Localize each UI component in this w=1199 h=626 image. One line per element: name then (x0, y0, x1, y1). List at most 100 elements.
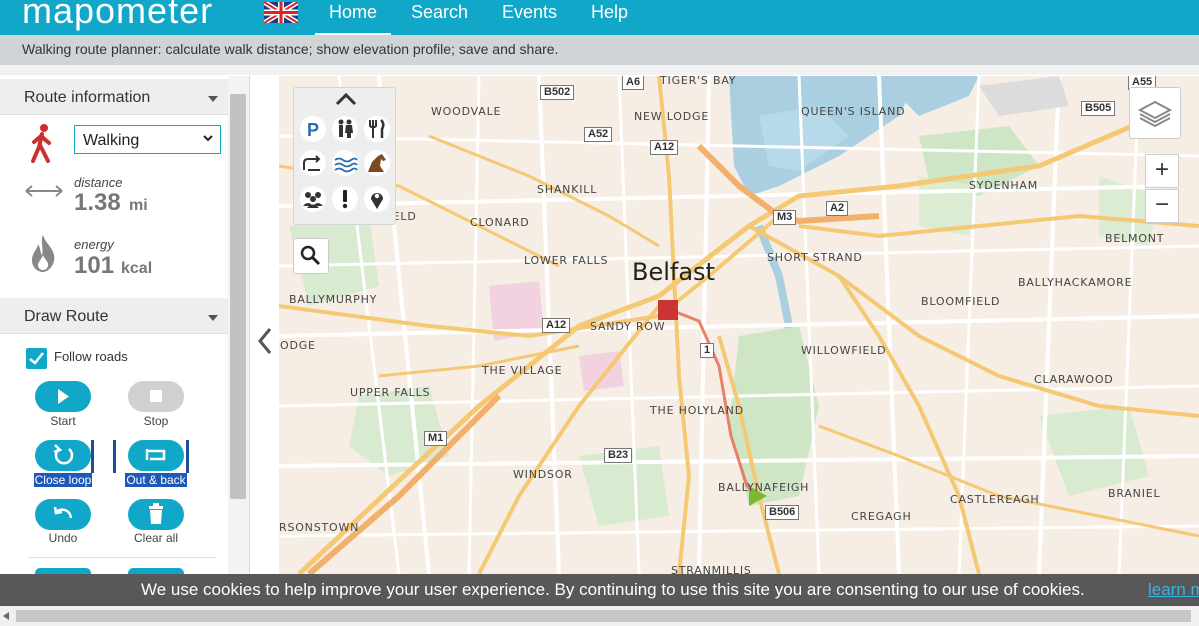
draw-route-title: Draw Route (24, 308, 109, 325)
undo-button[interactable] (35, 499, 91, 530)
out-back-button[interactable] (128, 440, 184, 471)
place-label: QUEEN'S ISLAND (801, 105, 906, 118)
draw-route-header[interactable]: Draw Route (0, 298, 228, 334)
map-view[interactable]: Belfast WOODVALE TIGER'S BAY NEW LODGE Q… (279, 76, 1199, 574)
road-shield: M1 (424, 431, 448, 446)
place-label: BALLYHACKAMORE (1018, 276, 1133, 289)
distance-arrows-icon (25, 185, 63, 197)
zoom-out-button[interactable]: − (1145, 189, 1179, 223)
road-shield: B502 (540, 85, 575, 100)
group-icon[interactable] (300, 186, 326, 212)
close-loop-label: Close loop (34, 473, 92, 487)
place-label: ODGE (280, 339, 316, 352)
caret-down-icon (208, 96, 218, 102)
svg-text:P: P (307, 120, 319, 140)
checkmark-icon (29, 352, 44, 365)
scrollbar-thumb[interactable] (16, 610, 1191, 622)
uk-flag-icon[interactable] (264, 2, 298, 23)
route-direction-icon[interactable] (300, 150, 326, 176)
road-shield: M3 (773, 210, 797, 225)
place-label: BLOOMFIELD (921, 295, 1001, 308)
place-label: WINDSOR (513, 468, 573, 481)
page-subtitle: Walking route planner: calculate walk di… (22, 41, 559, 57)
panel-scrollbar[interactable] (230, 94, 246, 499)
road-shield: 1 (700, 343, 715, 358)
trash-icon (149, 503, 163, 524)
nav-help[interactable]: Help (591, 0, 628, 35)
cookie-banner: We use cookies to help improve your user… (0, 574, 1199, 606)
place-label: CLONARD (470, 216, 530, 229)
place-label: THE HOLYLAND (650, 404, 744, 417)
clear-all-label: Clear all (133, 531, 178, 545)
nav-events[interactable]: Events (502, 0, 557, 35)
route-end-marker[interactable] (658, 300, 678, 320)
horizontal-scrollbar[interactable] (0, 606, 1199, 626)
chevron-left-icon[interactable] (256, 326, 274, 356)
place-label: NEW LODGE (634, 110, 710, 123)
start-button[interactable] (35, 381, 91, 412)
water-icon[interactable] (332, 150, 358, 176)
cookie-message: We use cookies to help improve your user… (141, 580, 1085, 599)
restaurant-icon[interactable] (364, 116, 390, 142)
place-label: SHORT STRAND (767, 251, 863, 264)
road-shield: A12 (650, 140, 679, 155)
alert-icon[interactable] (332, 186, 358, 212)
walking-person-icon (31, 124, 51, 163)
road-shield: B505 (1081, 101, 1116, 116)
panel-collapse-bar[interactable] (250, 76, 279, 581)
place-label: SYDENHAM (969, 179, 1039, 192)
selection-mark (186, 440, 189, 473)
scroll-left-arrow-icon[interactable] (3, 612, 9, 620)
travel-mode-value: Walking (83, 132, 140, 149)
toilets-icon[interactable] (332, 116, 358, 142)
road-shield: A2 (826, 201, 849, 216)
search-icon (300, 245, 321, 266)
place-label: BALLYNAFEIGH (718, 481, 810, 494)
follow-roads-checkbox[interactable] (26, 348, 47, 369)
place-label: TIGER'S BAY (660, 76, 737, 87)
place-label: BRANIEL (1108, 487, 1161, 500)
close-loop-button[interactable] (35, 440, 91, 471)
zoom-in-button[interactable]: + (1145, 154, 1179, 188)
stop-icon (150, 390, 162, 402)
place-label: SHANKILL (537, 183, 598, 196)
place-label: CLARAWOOD (1034, 373, 1114, 386)
undo-label: Undo (48, 531, 78, 545)
clear-all-button[interactable] (128, 499, 184, 530)
map-tiles (279, 76, 1199, 574)
place-label: BELMONT (1105, 232, 1165, 245)
travel-mode-select[interactable]: Walking (74, 125, 221, 154)
logo[interactable]: mapometer (22, 0, 213, 32)
chevron-up-icon[interactable] (334, 92, 358, 106)
stop-button[interactable] (128, 381, 184, 412)
place-label: RSONSTOWN (279, 521, 360, 534)
subtitle-bar: Walking route planner: calculate walk di… (0, 35, 1199, 65)
route-info-header[interactable]: Route information (0, 79, 228, 115)
cookie-learn-more-link[interactable]: learn m (1148, 580, 1199, 600)
city-label: Belfast (632, 258, 715, 286)
energy-value: 101 (74, 252, 115, 279)
poi-filter-panel: P (293, 87, 396, 225)
selection-mark (113, 440, 116, 473)
parking-icon[interactable]: P (300, 116, 326, 142)
top-nav-bar: mapometer Home Search Events Help (0, 0, 1199, 35)
nav-search[interactable]: Search (411, 0, 468, 35)
road-shield: A6 (622, 76, 645, 90)
selection-mark (91, 440, 94, 473)
follow-roads-label: Follow roads (54, 349, 128, 364)
road-shield: B23 (604, 448, 633, 463)
map-layers-button[interactable] (1129, 87, 1181, 139)
start-label: Start (50, 414, 76, 428)
energy-unit: kcal (121, 260, 153, 277)
location-pin-icon[interactable] (364, 186, 390, 212)
nav-home[interactable]: Home (315, 0, 392, 35)
road-shield: B506 (765, 505, 800, 520)
spacer (0, 65, 1199, 75)
stop-label: Stop (143, 414, 169, 428)
map-search-button[interactable] (293, 238, 329, 274)
place-label: BALLYMURPHY (289, 293, 378, 306)
horse-icon[interactable] (364, 150, 390, 176)
distance-label: distance (74, 175, 123, 190)
app-window: mapometer Home Search Events Help Walkin… (0, 0, 1199, 626)
place-label: WOODVALE (431, 105, 502, 118)
